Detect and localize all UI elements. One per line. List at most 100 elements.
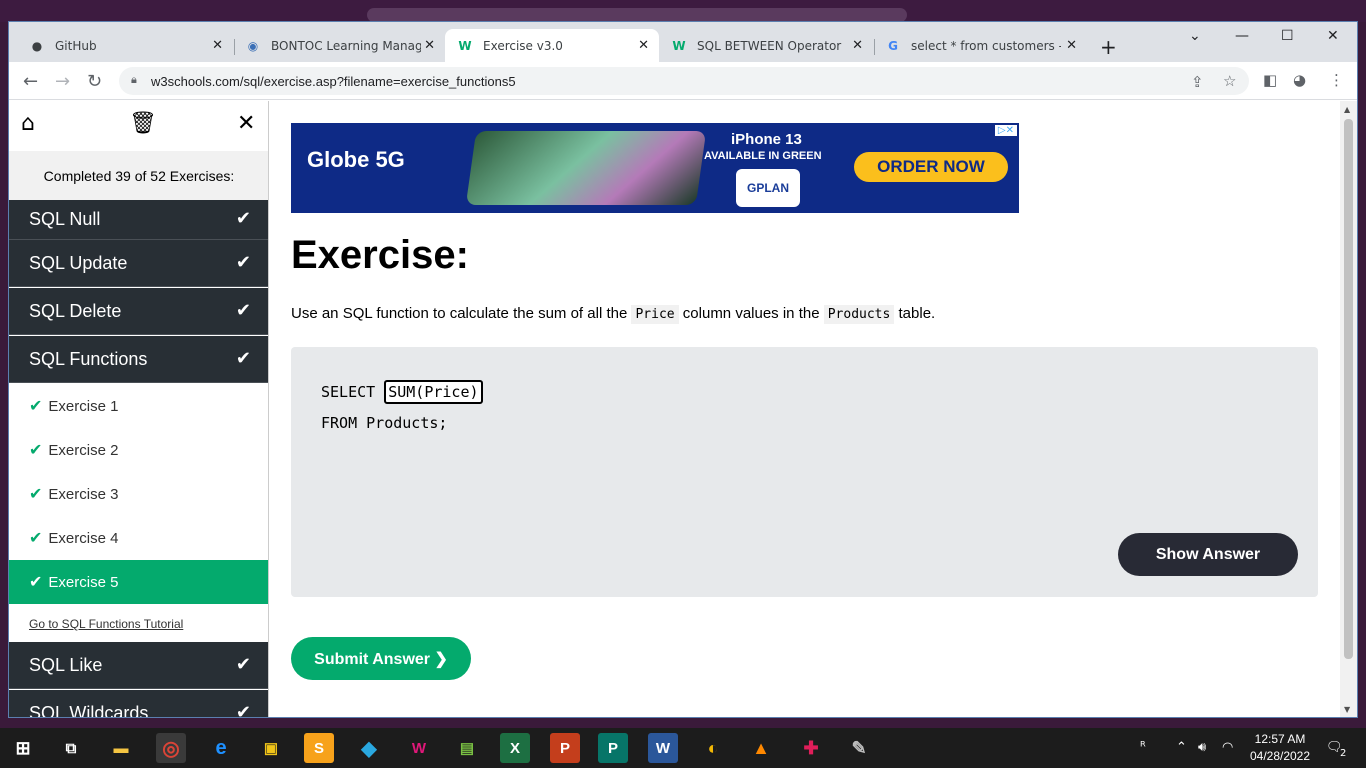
chapter-sql-like[interactable]: SQL Like ✔ <box>9 642 268 689</box>
bookmark-star-icon[interactable]: ☆ <box>1223 72 1236 90</box>
chapter-label: SQL Delete <box>29 300 122 321</box>
menu-kebab-icon[interactable]: ⋮ <box>1329 71 1344 89</box>
forward-icon[interactable]: → <box>55 71 70 92</box>
system-clock[interactable]: 12:57 AM 04/28/2022 <box>1240 731 1320 765</box>
chapter-sql-functions[interactable]: SQL Functions ✔ <box>9 336 268 383</box>
code-line-1: SELECT SUM(Price) <box>321 380 483 404</box>
close-tab-icon[interactable]: ✕ <box>638 38 649 53</box>
tab-bontoc[interactable]: ◉ BONTOC Learning Managem ✕ <box>233 29 445 62</box>
show-answer-button[interactable]: Show Answer <box>1118 533 1298 576</box>
close-tab-icon[interactable]: ✕ <box>212 38 223 53</box>
wifi-icon[interactable]: ◠ <box>1222 740 1233 755</box>
chapter-label: SQL Functions <box>29 348 148 369</box>
instr-text: column values in the <box>682 305 820 322</box>
scroll-down-icon[interactable]: ▼ <box>1344 705 1350 714</box>
reload-icon[interactable]: ↻ <box>87 71 102 92</box>
new-tab-button[interactable]: + <box>1100 35 1117 59</box>
exercise-instructions: Use an SQL function to calculate the sum… <box>291 305 935 324</box>
scroll-thumb[interactable] <box>1344 119 1353 659</box>
tab-title: Exercise v3.0 <box>483 38 563 53</box>
google-icon: G <box>888 38 898 53</box>
checkmark-icon: ✔ <box>29 398 43 415</box>
checkmark-icon: ✔ <box>29 574 43 591</box>
word-icon[interactable]: W <box>648 733 678 763</box>
checkmark-icon: ✔ <box>29 530 43 547</box>
side-panel-icon[interactable]: ◧ <box>1263 71 1277 89</box>
exercise-item-1[interactable]: ✔ Exercise 1 <box>9 384 268 428</box>
app-bird-icon[interactable]: ◆ <box>354 733 384 763</box>
exercise-label: Exercise 5 <box>48 573 119 591</box>
answer-input[interactable]: SUM(Price) <box>384 380 483 404</box>
close-tab-icon[interactable]: ✕ <box>1066 38 1077 53</box>
trash-icon[interactable]: 🗑︎ <box>129 111 157 136</box>
lms-icon: ◉ <box>247 38 259 53</box>
advertisement-banner[interactable]: Globe 5G iPhone 13 AVAILABLE IN GREEN GP… <box>291 123 1019 213</box>
browser-window: ● GitHub ✕ ◉ BONTOC Learning Managem ✕ W… <box>8 21 1358 718</box>
exercise-item-5[interactable]: ✔ Exercise 5 <box>9 560 268 604</box>
profile-avatar-icon[interactable]: ◕ <box>1293 71 1306 89</box>
close-sidebar-icon[interactable]: ✕ <box>237 111 255 136</box>
chart-app-icon[interactable]: ▤ <box>452 733 482 763</box>
wamp-icon[interactable]: W <box>404 733 434 763</box>
powerpoint-icon[interactable]: P <box>550 733 580 763</box>
excel-icon[interactable]: X <box>500 733 530 763</box>
chapter-sql-delete[interactable]: SQL Delete ✔ <box>9 288 268 335</box>
maximize-icon[interactable]: ☐ <box>1281 28 1294 44</box>
exercise-label: Exercise 3 <box>48 485 119 503</box>
checkmark-icon: ✔ <box>235 654 251 674</box>
tab-github[interactable]: ● GitHub ✕ <box>17 29 233 62</box>
edge-icon[interactable]: e <box>206 733 236 763</box>
task-view-icon[interactable]: ⧉ <box>56 733 86 763</box>
paint-icon[interactable]: ✎ <box>844 733 874 763</box>
scroll-up-icon[interactable]: ▲ <box>1344 105 1350 114</box>
sublime-icon[interactable]: S <box>304 733 334 763</box>
checkmark-icon: ✔ <box>235 702 251 718</box>
w3schools-icon: W <box>672 38 686 53</box>
chapter-sql-update[interactable]: SQL Update ✔ <box>9 240 268 287</box>
exercise-item-3[interactable]: ✔ Exercise 3 <box>9 472 268 516</box>
desktop-background <box>0 0 1366 22</box>
exercise-item-4[interactable]: ✔ Exercise 4 <box>9 516 268 560</box>
ad-close-icon[interactable]: ▷✕ <box>994 125 1017 136</box>
chapter-sql-null[interactable]: SQL Null ✔ <box>9 200 268 240</box>
chapter-label: SQL Wildcards <box>29 702 149 718</box>
chapter-label: SQL Like <box>29 654 103 675</box>
volume-icon[interactable]: 🔊︎ <box>1198 740 1206 755</box>
chrome-icon[interactable]: ◎ <box>156 733 186 763</box>
page-scrollbar[interactable]: ▲ ▼ <box>1340 101 1357 717</box>
ad-order-button[interactable]: ORDER NOW <box>854 152 1008 182</box>
close-tab-icon[interactable]: ✕ <box>852 38 863 53</box>
file-explorer-icon[interactable]: ▬ <box>106 733 136 763</box>
exercise-item-2[interactable]: ✔ Exercise 2 <box>9 428 268 472</box>
chapter-sql-wildcards[interactable]: SQL Wildcards ✔ <box>9 690 268 718</box>
submit-answer-button[interactable]: Submit Answer ❯ <box>291 637 471 680</box>
app-icon[interactable]: ◐ <box>698 733 728 763</box>
sidebar-toolbar: ⌂ 🗑︎ ✕ <box>9 101 268 151</box>
share-icon[interactable]: ⇪ <box>1191 73 1204 91</box>
checkmark-icon: ✔ <box>29 486 43 503</box>
tray-expand-icon[interactable]: ⌃ <box>1176 740 1187 755</box>
tab-exercise[interactable]: W Exercise v3.0 ✕ <box>445 29 659 62</box>
tab-sql-between[interactable]: W SQL BETWEEN Operator ✕ <box>659 29 873 62</box>
windows-start-icon[interactable]: ⊞ <box>8 733 38 763</box>
publisher-icon[interactable]: P <box>598 733 628 763</box>
people-icon[interactable]: ᴿ <box>1140 740 1146 755</box>
app-icon[interactable]: ▣ <box>256 733 286 763</box>
vlc-icon[interactable]: ▲ <box>746 733 776 763</box>
close-tab-icon[interactable]: ✕ <box>424 38 435 53</box>
address-bar[interactable]: 🔒︎ w3schools.com/sql/exercise.asp?filena… <box>119 67 1249 95</box>
back-icon[interactable]: ← <box>23 71 38 92</box>
home-icon[interactable]: ⌂ <box>21 111 35 136</box>
slack-icon[interactable]: ✚ <box>796 733 826 763</box>
close-window-icon[interactable]: ✕ <box>1327 28 1339 44</box>
lock-icon: 🔒︎ <box>131 73 137 86</box>
tab-title: SQL BETWEEN Operator <box>697 38 842 53</box>
checkmark-icon: ✔ <box>29 442 43 459</box>
checkmark-icon: ✔ <box>235 252 251 272</box>
minimize-icon[interactable]: — <box>1235 28 1249 44</box>
tab-search-icon[interactable]: ⌄ <box>1189 28 1201 44</box>
tab-strip: ● GitHub ✕ ◉ BONTOC Learning Managem ✕ W… <box>9 22 1357 62</box>
tutorial-link[interactable]: Go to SQL Functions Tutorial <box>29 617 183 631</box>
clock-time: 12:57 AM <box>1254 732 1306 746</box>
tab-google-search[interactable]: G select * from customers - Go ✕ <box>873 29 1087 62</box>
